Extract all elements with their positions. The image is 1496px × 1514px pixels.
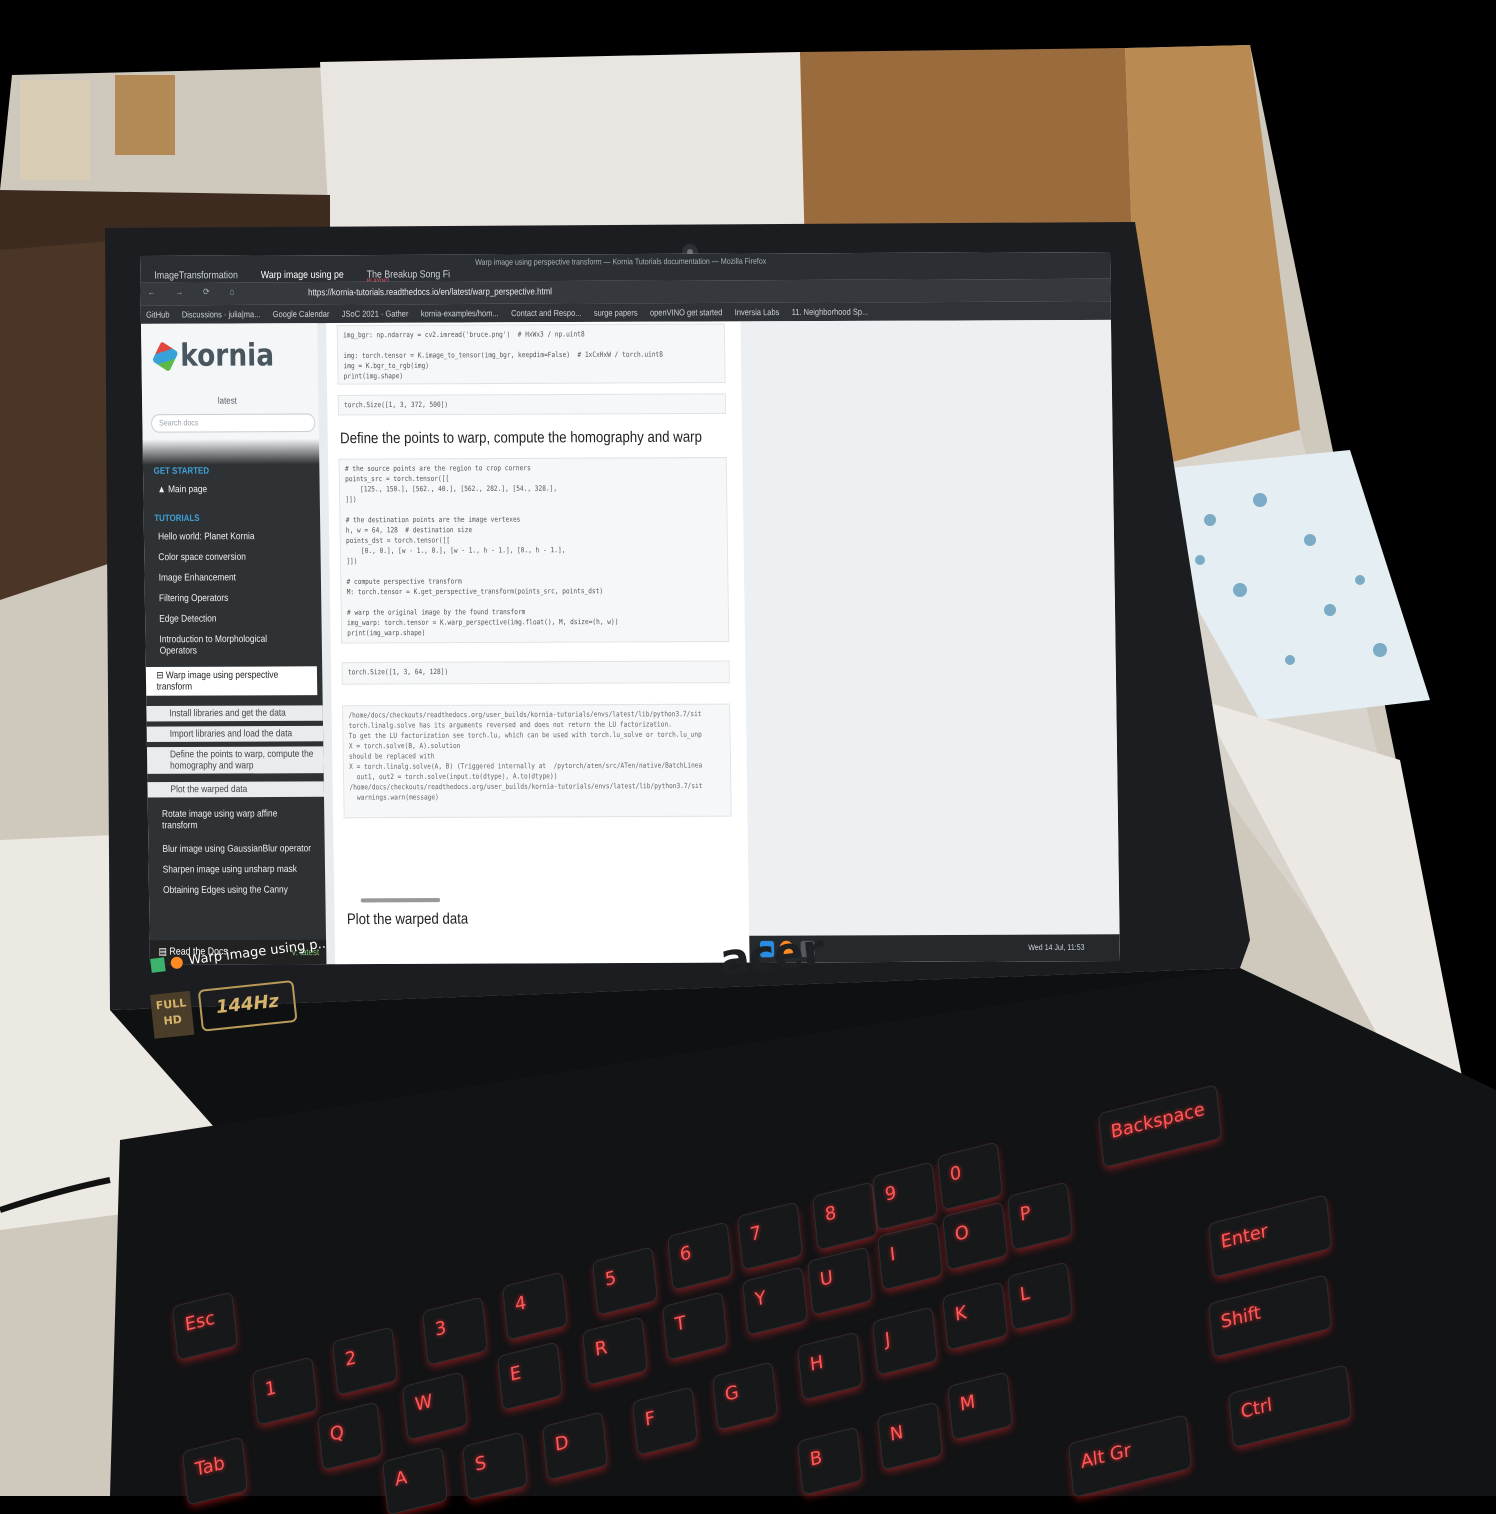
key-label: G: [723, 1381, 740, 1406]
clock[interactable]: Wed 14 Jul, 11:53: [1028, 943, 1084, 952]
key-label: 1: [263, 1376, 278, 1401]
key-label: Tab: [193, 1452, 226, 1481]
kornia-logo[interactable]: kornia: [152, 337, 275, 375]
nav-hello-world[interactable]: Hello world: Planet Kornia: [158, 531, 317, 543]
output-cell-shape: torch.Size([1, 3, 372, 500]): [337, 393, 727, 416]
key-label: I: [888, 1243, 897, 1266]
nav-image-enhancement[interactable]: Image Enhancement: [159, 572, 318, 584]
nav-sub-install[interactable]: Install libraries and get the data: [146, 705, 323, 722]
key-label: 6: [678, 1241, 693, 1266]
nav-morphological[interactable]: Introduction to Morphological Operators: [159, 634, 283, 657]
key-label: N: [888, 1421, 905, 1446]
url-field[interactable]: https://kornia-tutorials.readthedocs.io/…: [308, 286, 552, 297]
key-label: O: [953, 1221, 970, 1246]
firefox-icon: [170, 955, 184, 969]
key-label: F: [643, 1407, 657, 1431]
key-label: K: [953, 1301, 968, 1326]
nav-sharpen[interactable]: Sharpen image using unsharp mask: [163, 864, 322, 876]
key-label: 9: [883, 1181, 898, 1206]
bookmark-item[interactable]: Contact and Respo...: [511, 308, 582, 319]
heading-define-points: Define the points to warp, compute the h…: [339, 428, 703, 448]
key-label: 2: [343, 1346, 358, 1371]
laptop-screen: Warp image using perspective transform —…: [140, 252, 1120, 965]
key-label: 7: [748, 1221, 763, 1246]
nav-edge-detection[interactable]: Edge Detection: [159, 613, 318, 625]
key-label: W: [413, 1390, 434, 1416]
section-tutorials: TUTORIALS: [154, 512, 200, 524]
tab-label: ImageTransformation: [154, 269, 238, 282]
key-label: E: [508, 1362, 523, 1386]
key-label: T: [673, 1312, 687, 1336]
bookmark-item[interactable]: JSoC 2021 · Gather: [342, 308, 409, 319]
bookmark-item[interactable]: Inversia Labs: [735, 307, 780, 317]
bookmark-item[interactable]: Discussions · julia|ma...: [182, 309, 261, 320]
horizontal-scrollbar[interactable]: [360, 898, 441, 903]
key-label: A: [393, 1466, 409, 1491]
heading-plot-warped: Plot the warped data: [346, 910, 469, 929]
bookmark-item[interactable]: kornia-examples/hom...: [421, 308, 499, 319]
output-cell-warp-shape: torch.Size([1, 3, 64, 128]): [341, 660, 730, 685]
nav-buttons[interactable]: ← → ⟳ ⌂: [147, 286, 243, 298]
docs-version: latest: [217, 395, 237, 406]
nav-canny[interactable]: Obtaining Edges using the Canny: [163, 884, 322, 896]
search-input[interactable]: Search docs: [151, 413, 316, 433]
key-label: Q: [328, 1421, 345, 1446]
firefox-titlebar: Warp image using perspective transform —…: [140, 252, 1111, 285]
key-label: 0: [948, 1161, 963, 1186]
nav-color-space[interactable]: Color space conversion: [158, 551, 317, 564]
tab-label: Warp image using pe: [260, 269, 344, 282]
key-label: H: [808, 1351, 825, 1376]
bookmark-item[interactable]: 11. Neighborhood Sp...: [792, 306, 869, 317]
docs-content: img_bgr: np.ndarray = cv2.imread('bruce.…: [326, 321, 750, 965]
key-label: Alt Gr: [1079, 1439, 1132, 1474]
bookmark-item[interactable]: Google Calendar: [273, 309, 330, 320]
manjaro-icon: [150, 956, 166, 973]
code-cell-warp: # the source points are the region to cr…: [338, 457, 730, 644]
key-label: Shift: [1219, 1302, 1262, 1334]
key-label: 5: [603, 1266, 618, 1291]
key-label: 8: [823, 1201, 838, 1226]
nav-rotate-affine[interactable]: Rotate image using warp affine transform: [162, 808, 295, 831]
code-cell-load: img_bgr: np.ndarray = cv2.imread('bruce.…: [336, 323, 726, 385]
key-label: Esc: [183, 1307, 216, 1336]
nav-label: Main page: [167, 483, 208, 496]
key-label: D: [553, 1431, 570, 1456]
key-label: B: [808, 1446, 824, 1471]
nav-sub-import[interactable]: Import libraries and load the data: [146, 725, 324, 743]
empty-page-area: [740, 319, 1120, 963]
nav-sub-define-points[interactable]: Define the points to warp, compute the h…: [146, 746, 324, 774]
kornia-cube-icon: [152, 340, 179, 372]
nav-sub-plot[interactable]: Plot the warped data: [147, 781, 325, 798]
key-label: U: [818, 1266, 834, 1291]
refresh-rate-badge: 144Hz: [197, 979, 298, 1032]
key-label: Enter: [1219, 1220, 1269, 1254]
key-label: Ctrl: [1239, 1394, 1274, 1424]
full-hd-badge: FULL HD: [150, 990, 195, 1039]
nav-warp-perspective[interactable]: ⊟ Warp image using perspective transform: [145, 666, 318, 696]
key-label: S: [473, 1452, 488, 1476]
nav-filtering[interactable]: Filtering Operators: [159, 592, 318, 605]
key-label: L: [1018, 1282, 1031, 1306]
key-label: M: [958, 1391, 977, 1416]
bookmark-item[interactable]: openVINO get started: [650, 307, 723, 318]
laptop-brand: acer: [717, 924, 826, 987]
nav-blur[interactable]: Blur image using GaussianBlur operator: [162, 843, 321, 855]
section-get-started: GET STARTED: [153, 465, 210, 476]
window-title: Warp image using perspective transform —…: [475, 256, 767, 267]
key-label: Y: [753, 1287, 767, 1311]
key-label: J: [883, 1328, 892, 1351]
warning-output: /home/docs/checkouts/readthedocs.org/use…: [342, 703, 732, 819]
bookmark-item[interactable]: surge papers: [594, 307, 638, 317]
key-label: 3: [433, 1316, 448, 1341]
logo-text: kornia: [179, 337, 275, 375]
bookmark-item[interactable]: GitHub: [146, 309, 169, 319]
nav-label: Warp image using perspective transform: [156, 669, 279, 693]
key-label: P: [1018, 1202, 1032, 1226]
docs-sidebar: kornia latest Search docs GET STARTED ▲ …: [140, 323, 327, 965]
key-label: 4: [513, 1291, 528, 1316]
key-label: R: [593, 1336, 609, 1361]
nav-main-page[interactable]: ▲ Main page: [157, 483, 316, 496]
